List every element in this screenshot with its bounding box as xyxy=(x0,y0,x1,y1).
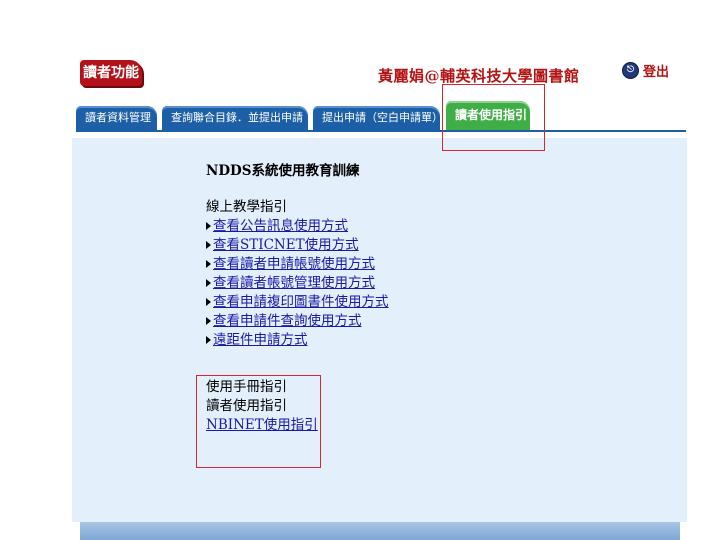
manual-section: 使用手冊指引 讀者使用指引 NBINET使用指引 xyxy=(206,378,389,435)
logout-button[interactable]: ⎋ 登出 xyxy=(622,61,669,80)
link-remote-request-guide[interactable]: 遠距件申請方式 xyxy=(213,332,308,348)
reader-functions-badge: 讀者功能 xyxy=(80,60,142,86)
link-account-application-guide[interactable]: 查看讀者申請帳號使用方式 xyxy=(213,256,375,272)
online-guide-title: 線上教學指引 xyxy=(206,199,287,215)
online-guide-links: 查看公告訊息使用方式 查看STICNET使用方式 查看讀者申請帳號使用方式 查看… xyxy=(206,217,389,350)
footer-bar xyxy=(80,522,680,540)
guide-content: NDDS系統使用教育訓練 線上教學指引 查看公告訊息使用方式 查看STICNET… xyxy=(206,162,389,435)
list-item: 查看讀者申請帳號使用方式 xyxy=(206,255,389,274)
page-heading: NDDS系統使用教育訓練 xyxy=(206,163,360,179)
tab-divider xyxy=(76,130,686,132)
list-item: 查看公告訊息使用方式 xyxy=(206,217,389,236)
manual-reader-guide[interactable]: 讀者使用指引 xyxy=(206,397,389,416)
list-item: 查看申請件查詢使用方式 xyxy=(206,312,389,331)
manual-section-title: 使用手冊指引 xyxy=(206,379,287,395)
library-user-title: 黃麗娟@輔英科技大學圖書館 xyxy=(378,67,580,85)
link-announcement-guide[interactable]: 查看公告訊息使用方式 xyxy=(213,218,348,234)
link-nbinet-guide[interactable]: NBINET使用指引 xyxy=(206,417,318,433)
tab-reader-data[interactable]: 讀者資料管理 xyxy=(76,106,157,130)
list-item: 查看讀者帳號管理使用方式 xyxy=(206,274,389,293)
link-request-query-guide[interactable]: 查看申請件查詢使用方式 xyxy=(213,313,362,329)
link-account-management-guide[interactable]: 查看讀者帳號管理使用方式 xyxy=(213,275,375,291)
link-copy-request-guide[interactable]: 查看申請複印圖書件使用方式 xyxy=(213,294,389,310)
logout-icon: ⎋ xyxy=(622,62,639,79)
list-item: 遠距件申請方式 xyxy=(206,331,389,350)
tab-user-guide[interactable]: 讀者使用指引 xyxy=(446,101,530,130)
list-item: 查看STICNET使用方式 xyxy=(206,236,389,255)
logout-label: 登出 xyxy=(643,65,670,80)
list-item: 查看申請複印圖書件使用方式 xyxy=(206,293,389,312)
tab-union-catalog-search[interactable]: 查詢聯合目錄．並提出申請 xyxy=(162,106,308,130)
link-sticnet-guide[interactable]: 查看STICNET使用方式 xyxy=(213,237,359,253)
tab-blank-request[interactable]: 提出申請（空白申請單） xyxy=(313,106,443,130)
